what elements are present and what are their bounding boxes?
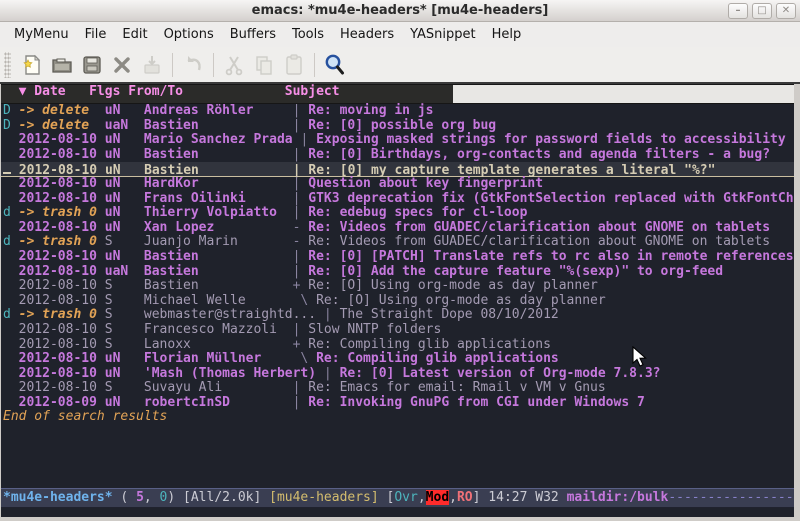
message-row[interactable]: 2012-08-10 S Lanoxx + Re: Compiling glib… [1,338,794,353]
close-button[interactable]: ✕ [776,3,796,19]
message-row[interactable]: 2012-08-10 uN Xan Lopez - Re: Videos fro… [1,221,794,236]
modeline-segment: RO [457,490,473,505]
message-row[interactable]: D -> delete uN Andreas Röhler | Re: movi… [1,104,794,119]
modeline-segment: Ovr [394,490,417,505]
window-title: emacs: *mu4e-headers* [mu4e-headers] [252,3,549,18]
frame-border-right [794,84,800,517]
tool-bar [0,47,800,84]
menu-item-help[interactable]: Help [484,24,530,45]
message-row[interactable]: 2012-08-10 S Suvayu Ali | Re: Emacs for … [1,381,794,396]
message-list: D -> delete uN Andreas Röhler | Re: movi… [1,104,794,425]
message-row[interactable]: 2012-08-10 uN Bastien | Re: [0] my captu… [1,162,794,177]
message-row[interactable]: 2012-08-10 S Bastien + Re: [O] Using org… [1,279,794,294]
close-buffer-icon[interactable] [107,50,137,80]
message-row[interactable]: D -> delete uaN Bastien | Re: [0] possib… [1,119,794,134]
search-icon[interactable] [320,50,350,80]
modeline-segment: , [449,490,457,505]
toolbar-drag-handle[interactable] [4,52,11,78]
menu-item-headers[interactable]: Headers [332,24,402,45]
message-row[interactable]: 2012-08-10 uN Mario Sanchez Prada | Expo… [1,133,794,148]
menu-item-mymenu[interactable]: MyMenu [6,24,77,45]
save-as-icon [137,50,167,80]
message-row[interactable]: 2012-08-10 uN HardKor | Question about k… [1,177,794,192]
mouse-cursor [632,346,648,372]
message-row[interactable]: 2012-08-10 uN Florian Müllner \ Re: Comp… [1,352,794,367]
frame-border-bottom [0,517,800,521]
menu-item-edit[interactable]: Edit [114,24,155,45]
message-row[interactable]: 2012-08-10 uN 'Mash (Thomas Herbert) | R… [1,367,794,382]
undo-icon [178,50,208,80]
open-folder-icon[interactable] [47,50,77,80]
modeline-segment: *mu4e-headers* [3,490,113,505]
menu-bar: MyMenuFileEditOptionsBuffersToolsHeaders… [0,22,800,47]
menu-item-file[interactable]: File [77,24,115,45]
paste-icon [279,50,309,80]
modeline-segment: ] [473,490,489,505]
modeline-segment: ) [167,490,183,505]
message-row[interactable]: 2012-08-10 uN Bastien | Re: [0] [PATCH] … [1,250,794,265]
new-file-icon[interactable] [17,50,47,80]
modeline-segment: [ [379,490,395,505]
maximize-button[interactable]: □ [752,3,772,19]
message-row[interactable]: d -> trash 0 S webmaster@straightd... | … [1,308,794,323]
menu-item-tools[interactable]: Tools [284,24,332,45]
modeline-segment: , [144,490,160,505]
modeline-segment: 14:27 W32 [488,490,566,505]
modeline-segment: 5 [136,490,144,505]
modeline-segment: [mu4e-headers] [269,490,379,505]
message-row[interactable]: 2012-08-10 uaN Bastien | Re: [0] Add the… [1,265,794,280]
modeline-segment: ( [113,490,136,505]
modeline-segment: -------------------------------- [668,490,794,505]
message-row[interactable]: 2012-08-10 uN Frans Oilinki | GTK3 depre… [1,192,794,207]
toolbar-separator [213,53,214,77]
message-row[interactable]: 2012-08-09 uN robertcInSD | Re: Invoking… [1,396,794,411]
message-row[interactable]: d -> trash 0 uN Thierry Volpiatto | Re: … [1,206,794,221]
save-icon[interactable] [77,50,107,80]
toolbar-separator [314,53,315,77]
copy-icon [249,50,279,80]
cut-icon [219,50,249,80]
minimize-button[interactable]: – [728,3,748,19]
mode-line[interactable]: *mu4e-headers* ( 5, 0) [All/2.0k] [mu4e-… [1,488,794,508]
modeline-segment: Mod [426,490,449,505]
echo-area[interactable] [1,508,794,517]
message-row[interactable]: 2012-08-10 uN Bastien | Re: [0] Birthday… [1,148,794,163]
modeline-segment: maildir:/bulk [567,490,669,505]
modeline-segment: , [418,490,426,505]
mu4e-headers-buffer: ▼ Date Flgs From/To Subject D -> delete … [1,84,794,517]
message-row[interactable]: d -> trash 0 S Juanjo Marin - Re: Videos… [1,235,794,250]
message-row[interactable]: 2012-08-10 S Michael Welle \ Re: [O] Usi… [1,294,794,309]
menu-item-options[interactable]: Options [156,24,222,45]
modeline-segment: [All/2.0k] [183,490,269,505]
headers-column-header[interactable]: ▼ Date Flgs From/To Subject [1,84,794,104]
column-header-text: ▼ Date Flgs From/To Subject [1,85,453,103]
message-row[interactable]: 2012-08-10 S Francesco Mazzoli | Slow NN… [1,323,794,338]
menu-item-yasnippet[interactable]: YASnippet [402,24,484,45]
text-cursor [3,162,11,174]
end-of-search-results: End of search results [1,410,794,425]
menu-item-buffers[interactable]: Buffers [222,24,284,45]
title-bar[interactable]: emacs: *mu4e-headers* [mu4e-headers] – □… [0,0,800,22]
toolbar-separator [172,53,173,77]
